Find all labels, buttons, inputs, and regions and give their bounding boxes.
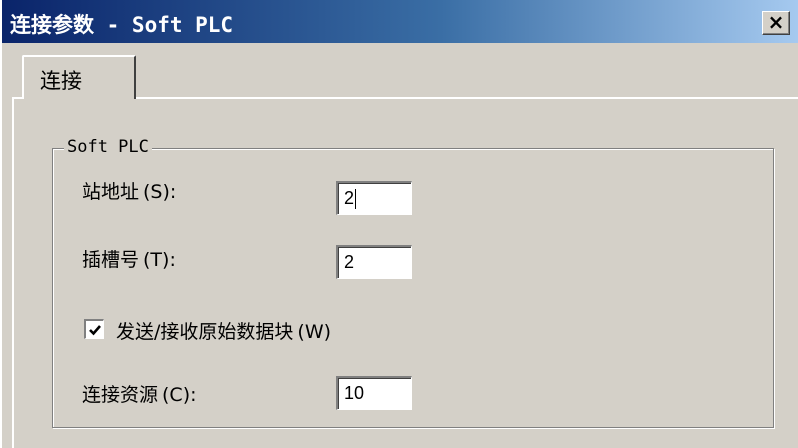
close-button[interactable]: × bbox=[762, 11, 790, 35]
title-bar: 连接参数 - Soft PLC × bbox=[2, 0, 798, 43]
tab-connection-label: 连接 bbox=[40, 69, 82, 93]
tab-connection[interactable]: 连接 bbox=[22, 55, 136, 99]
tab-panel bbox=[12, 97, 798, 448]
window-title: 连接参数 - Soft PLC bbox=[10, 13, 234, 37]
connection-parameters-dialog: 连接参数 - Soft PLC × 连接 Soft PLC 站地址 (S): 2 … bbox=[0, 0, 798, 448]
close-icon: × bbox=[767, 10, 785, 34]
